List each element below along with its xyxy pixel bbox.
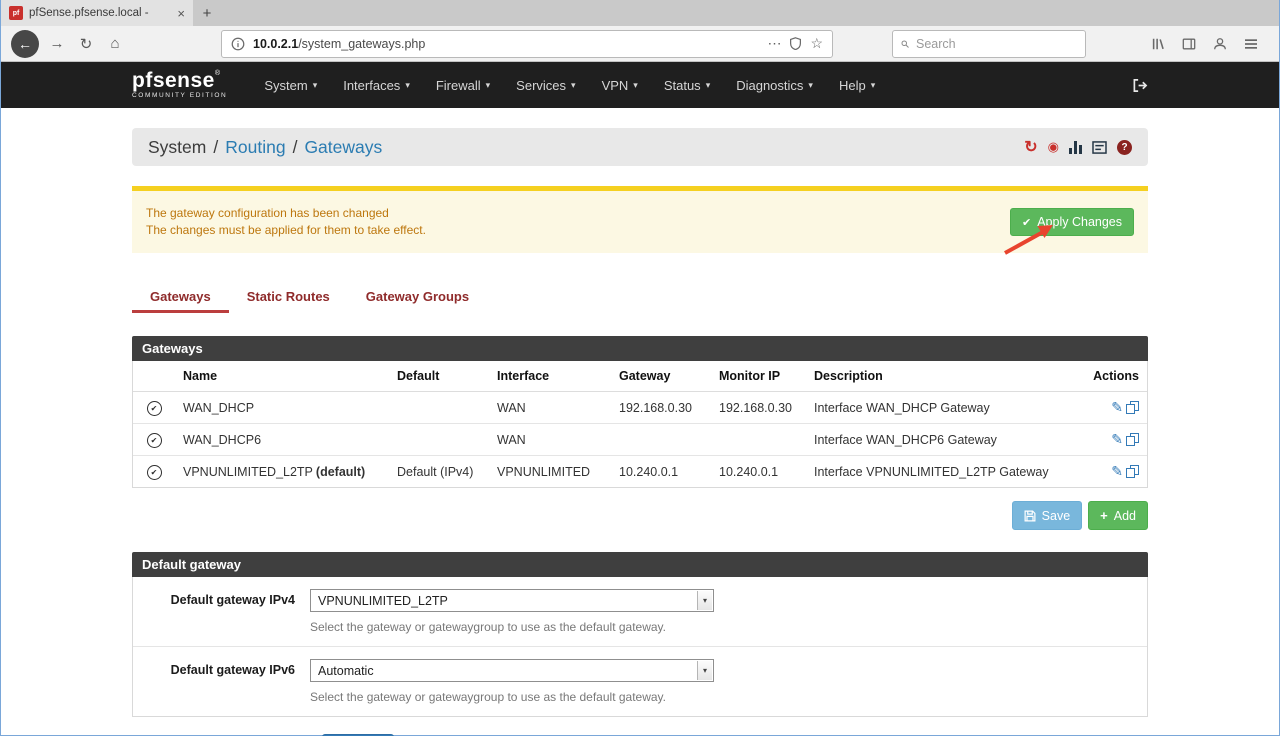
tab-static-routes[interactable]: Static Routes	[229, 281, 348, 313]
ipv4-help-text: Select the gateway or gatewaygroup to us…	[310, 620, 714, 634]
status-circle-icon[interactable]: ◉	[1048, 139, 1059, 155]
logout-icon[interactable]	[1132, 78, 1148, 93]
toolbar-icon-group	[1151, 37, 1262, 51]
ipv4-label: Default gateway IPv4	[133, 589, 295, 634]
back-button[interactable]: ←	[11, 30, 39, 58]
breadcrumb-system: System	[148, 137, 206, 158]
bookmark-star-icon[interactable]: ☆	[810, 35, 823, 52]
home-button[interactable]: ⌂	[104, 35, 126, 52]
monitoring-chart-icon[interactable]	[1069, 141, 1082, 154]
gateway-enabled-icon: ✔	[147, 465, 162, 480]
panel-title: Default gateway	[132, 552, 1148, 577]
panel-title: Gateways	[132, 336, 1148, 361]
account-icon[interactable]	[1213, 37, 1227, 51]
browser-tab[interactable]: pf pfSense.pfsense.local - ×	[1, 0, 193, 26]
ipv6-label: Default gateway IPv6	[133, 659, 295, 704]
gateways-table: Name Default Interface Gateway Monitor I…	[133, 361, 1147, 487]
edit-icon[interactable]: ✎	[1111, 463, 1123, 479]
chevron-down-icon: ▾	[697, 661, 712, 680]
edit-icon[interactable]: ✎	[1111, 431, 1123, 447]
page-header-icons: ↻ ◉ ?	[1024, 137, 1132, 157]
default-gateway-panel: Default gateway Default gateway IPv4 VPN…	[132, 552, 1148, 717]
breadcrumb-gateways-link[interactable]: Gateways	[304, 137, 382, 158]
ipv6-help-text: Select the gateway or gatewaygroup to us…	[310, 690, 714, 704]
tracking-shield-icon[interactable]	[789, 37, 802, 50]
page-tabs: Gateways Static Routes Gateway Groups	[132, 281, 1148, 313]
browser-tab-bar: pf pfSense.pfsense.local - × +	[1, 0, 1279, 26]
default-gateway-ipv4-select[interactable]: VPNUNLIMITED_L2TP ▾	[310, 589, 714, 612]
site-info-icon[interactable]	[231, 37, 245, 51]
tab-gateways[interactable]: Gateways	[132, 281, 229, 313]
table-row: ✔ WAN_DHCP WAN 192.168.0.30 192.168.0.30…	[133, 392, 1147, 424]
forward-button[interactable]: →	[46, 35, 68, 52]
table-row: ✔ WAN_DHCP6 WAN Interface WAN_DHCP6 Gate…	[133, 424, 1147, 456]
nav-item-system[interactable]: System▾	[251, 62, 330, 108]
menu-hamburger-icon[interactable]	[1244, 38, 1258, 50]
url-path: /system_gateways.php	[298, 37, 425, 51]
url-bar[interactable]: 10.0.2.1/system_gateways.php ⋯ ☆	[221, 30, 833, 58]
copy-icon[interactable]	[1126, 433, 1139, 446]
pfsense-logo[interactable]: pfsense® COMMUNITY EDITION	[132, 70, 227, 100]
chevron-down-icon: ▾	[571, 80, 576, 91]
tab-close-icon[interactable]: ×	[177, 7, 185, 20]
tab-gateway-groups[interactable]: Gateway Groups	[348, 281, 487, 313]
url-host: 10.0.2.1	[253, 37, 298, 51]
pfsense-navbar: pfsense® COMMUNITY EDITION System▾ Inter…	[1, 62, 1279, 108]
gateways-panel: Gateways Name Default Interface Gateway …	[132, 336, 1148, 488]
browser-toolbar: ← → ↻ ⌂ 10.0.2.1/system_gateways.php ⋯ ☆	[1, 26, 1279, 62]
library-icon[interactable]	[1151, 37, 1165, 51]
help-icon[interactable]: ?	[1117, 140, 1132, 155]
refresh-icon[interactable]: ↻	[1024, 137, 1037, 157]
chevron-down-icon: ▾	[808, 80, 813, 91]
alert-message: The gateway configuration has been chang…	[146, 205, 426, 239]
nav-item-diagnostics[interactable]: Diagnostics▾	[723, 62, 826, 108]
form-row-ipv6: Default gateway IPv6 Automatic ▾ Select …	[133, 646, 1147, 716]
chevron-down-icon: ▾	[697, 591, 712, 610]
chevron-down-icon: ▾	[871, 80, 876, 91]
log-icon[interactable]	[1092, 141, 1107, 154]
apply-changes-button[interactable]: ✔ Apply Changes	[1010, 208, 1134, 236]
apply-changes-alert: The gateway configuration has been chang…	[132, 186, 1148, 253]
chevron-down-icon: ▾	[706, 80, 711, 91]
tab-title: pfSense.pfsense.local -	[29, 7, 171, 19]
check-icon: ✔	[1022, 216, 1031, 229]
table-header-row: Name Default Interface Gateway Monitor I…	[133, 361, 1147, 392]
search-input[interactable]	[916, 37, 1077, 51]
form-row-ipv4: Default gateway IPv4 VPNUNLIMITED_L2TP ▾…	[133, 577, 1147, 646]
new-tab-button[interactable]: +	[193, 0, 221, 26]
chevron-down-icon: ▾	[486, 80, 491, 91]
logo-subtitle: COMMUNITY EDITION	[132, 93, 227, 100]
copy-icon[interactable]	[1126, 465, 1139, 478]
nav-item-status[interactable]: Status▾	[651, 62, 723, 108]
floppy-icon	[1024, 510, 1036, 522]
gateway-enabled-icon: ✔	[147, 401, 162, 416]
table-action-buttons: Save + Add	[132, 501, 1148, 530]
pfsense-favicon: pf	[9, 6, 23, 20]
nav-item-services[interactable]: Services▾	[503, 62, 588, 108]
breadcrumb: System / Routing / Gateways ↻ ◉ ?	[132, 128, 1148, 166]
table-row: ✔ VPNUNLIMITED_L2TP(default) Default (IP…	[133, 456, 1147, 488]
nav-item-help[interactable]: Help▾	[826, 62, 888, 108]
search-icon	[901, 38, 909, 50]
search-box	[892, 30, 1086, 58]
reload-button[interactable]: ↻	[75, 35, 97, 53]
url-text: 10.0.2.1/system_gateways.php	[253, 37, 759, 51]
add-button[interactable]: + Add	[1088, 501, 1148, 530]
gateway-enabled-icon: ✔	[147, 433, 162, 448]
chevron-down-icon: ▾	[405, 80, 410, 91]
page-actions-icon[interactable]: ⋯	[767, 35, 781, 52]
nav-item-interfaces[interactable]: Interfaces▾	[330, 62, 423, 108]
chevron-down-icon: ▾	[313, 80, 318, 91]
edit-icon[interactable]: ✎	[1111, 399, 1123, 415]
chevron-down-icon: ▾	[633, 80, 638, 91]
nav-item-firewall[interactable]: Firewall▾	[423, 62, 503, 108]
sidebar-toggle-icon[interactable]	[1182, 37, 1196, 51]
copy-icon[interactable]	[1126, 401, 1139, 414]
save-button[interactable]: Save	[1012, 501, 1083, 530]
default-gateway-ipv6-select[interactable]: Automatic ▾	[310, 659, 714, 682]
nav-item-vpn[interactable]: VPN▾	[589, 62, 651, 108]
plus-icon: +	[1100, 508, 1108, 523]
breadcrumb-routing-link[interactable]: Routing	[225, 137, 285, 158]
